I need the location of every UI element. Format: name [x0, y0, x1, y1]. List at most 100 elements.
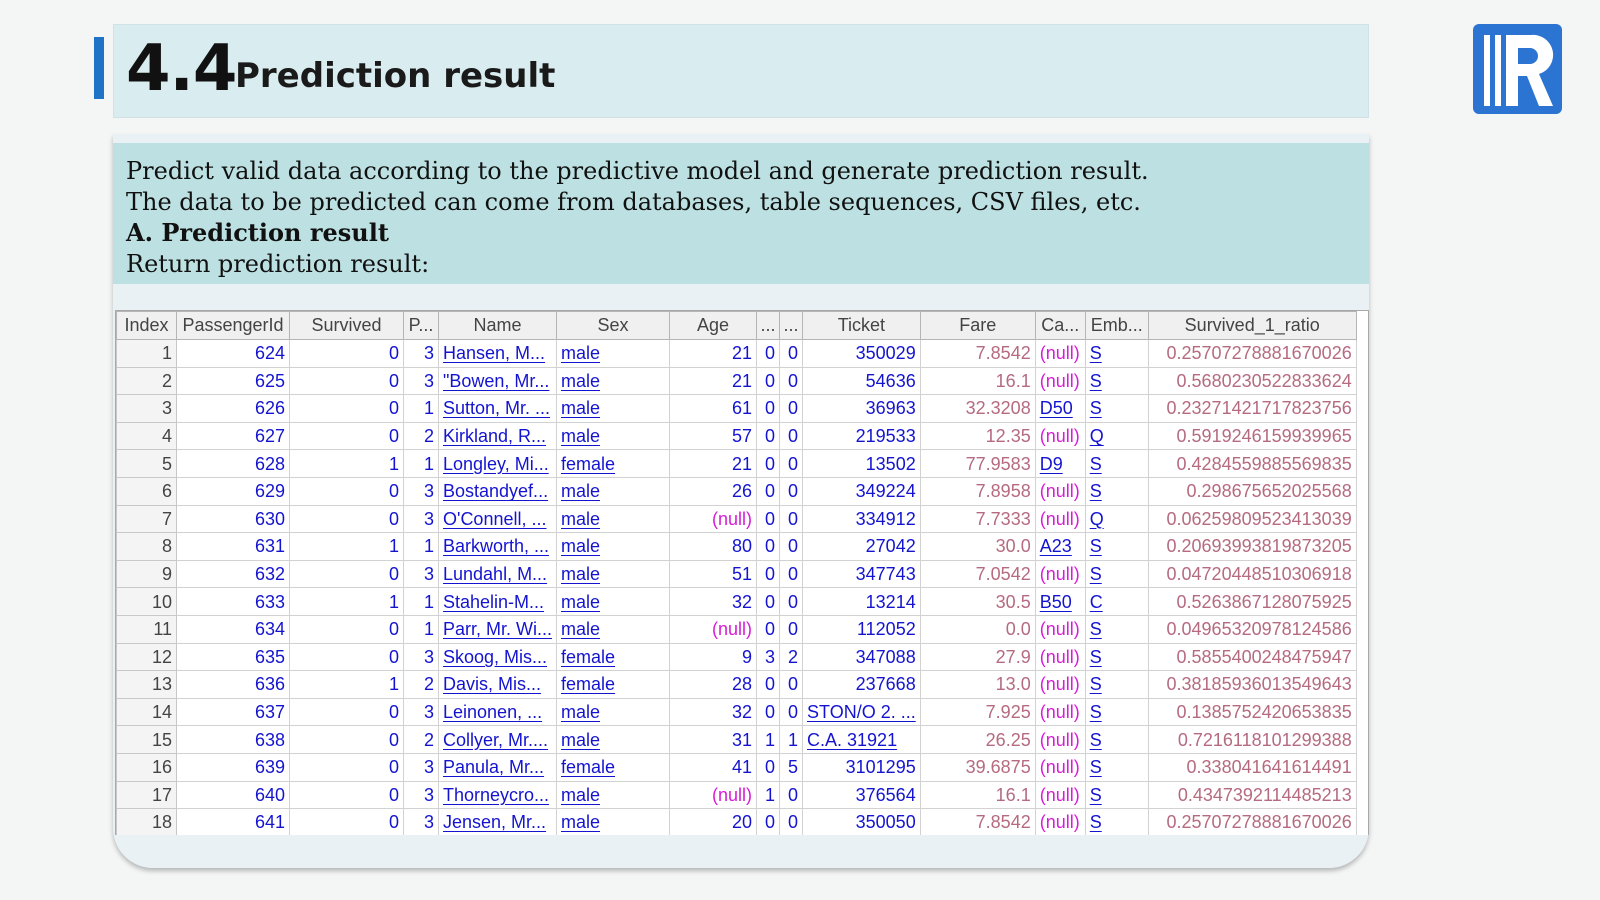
table-cell[interactable]: 21 [669, 366, 758, 396]
table-cell[interactable]: S [1084, 394, 1149, 423]
table-cell[interactable]: male [556, 339, 671, 368]
table-cell[interactable]: 57 [669, 421, 758, 451]
table-cell[interactable]: Sutton, Mr. ... [437, 394, 558, 423]
table-cell[interactable]: 0 [756, 449, 781, 478]
table-cell[interactable]: S [1084, 808, 1149, 835]
table-row[interactable]: 8 631 1 1 Barkworth, ... male 80 0 0 27042 30.0 A23… [116, 532, 1357, 561]
table-cell[interactable]: 20 [669, 808, 758, 835]
table-cell[interactable]: male [556, 504, 671, 534]
table-cell[interactable]: 0 [756, 752, 781, 782]
column-header[interactable]: Sex [556, 311, 671, 340]
table-cell[interactable]: 638 [176, 725, 290, 754]
table-cell[interactable]: 16 [116, 752, 177, 782]
table-cell[interactable]: 626 [176, 394, 290, 423]
table-cell[interactable]: 0 [289, 504, 404, 534]
table-cell[interactable]: 1 [403, 587, 439, 616]
table-cell[interactable]: 219533 [802, 421, 921, 451]
table-cell[interactable]: C [1084, 587, 1149, 616]
table-row[interactable]: 11 634 0 1 Parr, Mr. Wi... male (null) 0 0 112052… [116, 614, 1357, 644]
table-cell[interactable]: O'Connell, ... [437, 504, 558, 534]
table-cell[interactable]: 0 [779, 421, 804, 451]
table-cell[interactable]: 17 [116, 780, 177, 810]
table-cell[interactable]: 631 [176, 532, 290, 561]
table-cell[interactable]: 0.0 [919, 614, 1036, 644]
table-cell[interactable]: (null) [1034, 780, 1086, 810]
table-cell[interactable]: 3 [403, 476, 439, 506]
table-row[interactable]: 3 626 0 1 Sutton, Mr. ... male 61 0 0 36963 32.320… [116, 394, 1357, 423]
table-cell[interactable]: male [556, 476, 671, 506]
table-cell[interactable]: 0 [289, 394, 404, 423]
table-cell[interactable]: S [1084, 752, 1149, 782]
table-cell[interactable]: 0.06259809523413039 [1147, 504, 1357, 534]
table-cell[interactable]: Longley, Mi... [437, 449, 558, 478]
table-cell[interactable]: Stahelin-M... [437, 587, 558, 616]
table-cell[interactable]: 28 [669, 670, 758, 699]
table-cell[interactable]: D9 [1034, 449, 1086, 478]
table-cell[interactable]: 376564 [802, 780, 921, 810]
table-cell[interactable]: 32.3208 [919, 394, 1036, 423]
table-cell[interactable]: (null) [669, 614, 758, 644]
table-cell[interactable]: S [1084, 559, 1149, 589]
table-cell[interactable]: 31 [669, 725, 758, 754]
table-cell[interactable]: 1 [116, 339, 177, 368]
table-cell[interactable]: 627 [176, 421, 290, 451]
table-cell[interactable]: S [1084, 780, 1149, 810]
table-cell[interactable]: 1 [403, 394, 439, 423]
table-cell[interactable]: 0 [779, 587, 804, 616]
table-cell[interactable]: 0 [289, 752, 404, 782]
table-cell[interactable]: (null) [1034, 670, 1086, 699]
table-cell[interactable]: 5 [779, 752, 804, 782]
table-cell[interactable]: 26 [669, 476, 758, 506]
table-cell[interactable]: Panula, Mr... [437, 752, 558, 782]
table-cell[interactable]: 630 [176, 504, 290, 534]
table-cell[interactable]: 0.04965320978124586 [1147, 614, 1357, 644]
table-cell[interactable]: 9 [669, 642, 758, 672]
table-cell[interactable]: (null) [1034, 559, 1086, 589]
table-cell[interactable]: 0 [756, 808, 781, 835]
table-cell[interactable]: Bostandyef... [437, 476, 558, 506]
table-cell[interactable]: 0 [779, 559, 804, 589]
table-cell[interactable]: female [556, 752, 671, 782]
table-cell[interactable]: 1 [289, 587, 404, 616]
table-cell[interactable]: D50 [1034, 394, 1086, 423]
table-cell[interactable]: Barkworth, ... [437, 532, 558, 561]
result-grid[interactable]: Index PassengerId Survived P... Name Sex Age..… [115, 310, 1369, 835]
table-cell[interactable]: 0 [779, 670, 804, 699]
table-row[interactable]: 10 633 1 1 Stahelin-M... male 32 0 0 13214 30.5 B50… [116, 587, 1357, 616]
table-cell[interactable]: 32 [669, 587, 758, 616]
column-header[interactable]: ... [779, 311, 804, 340]
table-cell[interactable]: 61 [669, 394, 758, 423]
table-cell[interactable]: male [556, 366, 671, 396]
column-header[interactable]: PassengerId [176, 311, 290, 340]
table-cell[interactable]: 0 [289, 421, 404, 451]
table-cell[interactable]: 625 [176, 366, 290, 396]
table-cell[interactable]: female [556, 670, 671, 699]
table-cell[interactable]: 7.7333 [919, 504, 1036, 534]
table-cell[interactable]: Hansen, M... [437, 339, 558, 368]
table-cell[interactable]: 2 [116, 366, 177, 396]
table-cell[interactable]: 636 [176, 670, 290, 699]
table-cell[interactable]: 1 [289, 670, 404, 699]
table-cell[interactable]: 0.23271421717823756 [1147, 394, 1357, 423]
table-cell[interactable]: 39.6875 [919, 752, 1036, 782]
table-cell[interactable]: S [1084, 532, 1149, 561]
table-cell[interactable]: 3 [403, 642, 439, 672]
table-cell[interactable]: 635 [176, 642, 290, 672]
table-cell[interactable]: 350050 [802, 808, 921, 835]
table-cell[interactable]: 3 [403, 504, 439, 534]
table-cell[interactable]: 0.04720448510306918 [1147, 559, 1357, 589]
table-cell[interactable]: 0 [779, 697, 804, 727]
table-cell[interactable]: 0 [779, 780, 804, 810]
table-cell[interactable]: (null) [1034, 476, 1086, 506]
table-cell[interactable]: 0.5855400248475947 [1147, 642, 1357, 672]
table-cell[interactable]: 13214 [802, 587, 921, 616]
table-cell[interactable]: 1 [756, 725, 781, 754]
table-cell[interactable]: 0.25707278881670026 [1147, 339, 1357, 368]
table-cell[interactable]: 14 [116, 697, 177, 727]
table-cell[interactable]: 1 [289, 532, 404, 561]
table-cell[interactable]: 12 [116, 642, 177, 672]
table-cell[interactable]: (null) [1034, 725, 1086, 754]
table-cell[interactable]: 7.925 [919, 697, 1036, 727]
column-header[interactable]: Name [437, 311, 558, 340]
table-cell[interactable]: 0 [289, 725, 404, 754]
